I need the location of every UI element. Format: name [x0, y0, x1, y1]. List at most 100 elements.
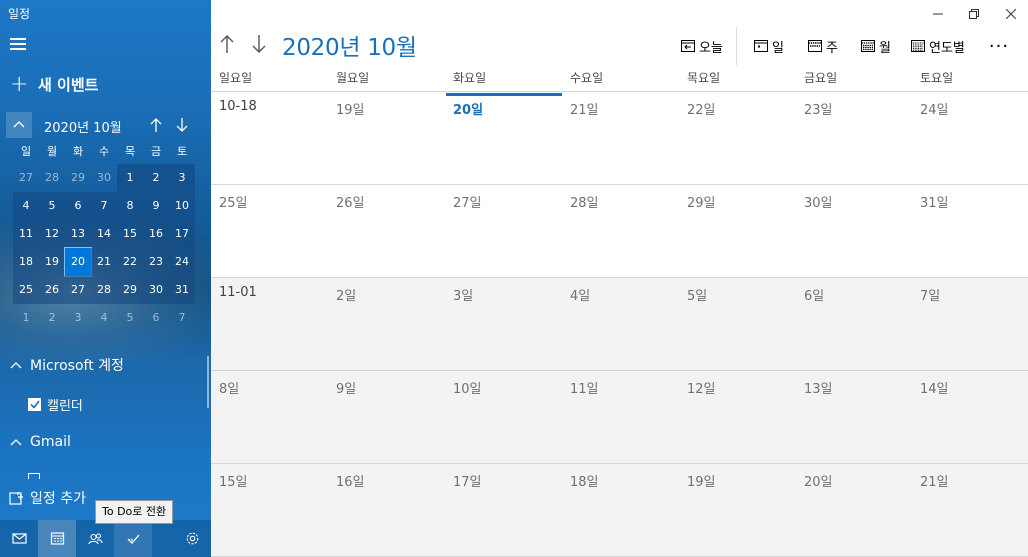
day-cell[interactable]: 12일 — [679, 371, 796, 463]
mini-calendar-day[interactable]: 6 — [65, 192, 91, 220]
mini-calendar-day[interactable]: 8 — [117, 192, 143, 220]
account-section-gmail[interactable]: Gmail — [10, 434, 71, 450]
calendar-item-clipped[interactable] — [28, 473, 148, 479]
day-cell[interactable]: 16일 — [328, 464, 445, 556]
mini-calendar-day[interactable]: 22 — [117, 248, 143, 276]
mini-calendar-day[interactable]: 17 — [169, 220, 195, 248]
add-calendar-button[interactable]: 일정 추가 — [9, 488, 86, 508]
week-view-button[interactable]: 주 — [808, 34, 838, 58]
mini-calendar-day[interactable]: 2 — [39, 304, 65, 332]
mini-calendar-day[interactable]: 2 — [143, 164, 169, 192]
day-cell[interactable]: 24일 — [912, 92, 1028, 184]
mini-calendar-day[interactable]: 3 — [65, 304, 91, 332]
mini-calendar-day[interactable]: 16 — [143, 220, 169, 248]
new-event-button[interactable]: + 새 이벤트 — [10, 73, 98, 95]
day-cell[interactable]: 2일 — [328, 278, 445, 370]
mini-calendar-day[interactable]: 27 — [65, 276, 91, 304]
mini-calendar-day[interactable]: 9 — [143, 192, 169, 220]
day-cell[interactable]: 11-01 — [211, 278, 328, 370]
day-cell[interactable]: 11일 — [562, 371, 679, 463]
day-cell[interactable]: 5일 — [679, 278, 796, 370]
hamburger-menu-icon[interactable] — [10, 38, 26, 52]
mini-calendar-day[interactable]: 29 — [117, 276, 143, 304]
mini-calendar-day[interactable]: 6 — [143, 304, 169, 332]
mini-calendar-day[interactable]: 21 — [91, 248, 117, 276]
mini-calendar-day[interactable]: 4 — [13, 192, 39, 220]
mail-button[interactable] — [0, 520, 38, 557]
day-cell[interactable]: 8일 — [211, 371, 328, 463]
checkbox-checked-icon[interactable] — [28, 398, 41, 411]
mini-calendar-day[interactable]: 3 — [169, 164, 195, 192]
day-cell[interactable]: 29일 — [679, 185, 796, 277]
day-cell[interactable]: 9일 — [328, 371, 445, 463]
mini-calendar-day[interactable]: 7 — [91, 192, 117, 220]
today-button[interactable]: 오늘 — [681, 34, 723, 58]
mini-calendar-day[interactable]: 28 — [91, 276, 117, 304]
sidebar-scrollbar[interactable] — [207, 356, 209, 408]
settings-button[interactable] — [173, 520, 211, 557]
more-options-button[interactable]: ··· — [987, 34, 1011, 58]
day-cell[interactable]: 20일 — [796, 464, 913, 556]
day-cell[interactable]: 19일 — [679, 464, 796, 556]
day-cell[interactable]: 19일 — [328, 92, 445, 184]
calendar-button[interactable] — [38, 520, 76, 557]
day-cell[interactable]: 14일 — [912, 371, 1028, 463]
mini-calendar-day[interactable]: 25 — [13, 276, 39, 304]
mini-calendar-day[interactable]: 24 — [169, 248, 195, 276]
mini-calendar-next-button[interactable] — [173, 115, 191, 135]
day-view-button[interactable]: 일 — [754, 34, 784, 58]
close-button[interactable] — [988, 0, 1028, 28]
day-cell[interactable]: 30일 — [796, 185, 913, 277]
mini-calendar-day[interactable]: 5 — [117, 304, 143, 332]
day-cell[interactable]: 25일 — [211, 185, 328, 277]
mini-calendar-day[interactable]: 4 — [91, 304, 117, 332]
account-section-microsoft[interactable]: Microsoft 계정 — [10, 355, 124, 375]
month-title[interactable]: 2020년 10월 — [282, 28, 417, 62]
todo-button[interactable] — [114, 520, 152, 557]
mini-calendar-day[interactable]: 1 — [13, 304, 39, 332]
mini-calendar-day[interactable]: 26 — [39, 276, 65, 304]
mini-calendar-day[interactable]: 30 — [91, 164, 117, 192]
calendar-item[interactable]: 캘린더 — [28, 395, 83, 414]
mini-calendar-day[interactable]: 15 — [117, 220, 143, 248]
day-cell[interactable]: 18일 — [562, 464, 679, 556]
day-cell[interactable]: 4일 — [562, 278, 679, 370]
mini-calendar-day[interactable]: 23 — [143, 248, 169, 276]
day-cell[interactable]: 7일 — [912, 278, 1028, 370]
day-cell[interactable]: 21일 — [912, 464, 1028, 556]
mini-calendar-month[interactable]: 2020년 10월 — [44, 117, 122, 136]
mini-calendar-day[interactable]: 13 — [65, 220, 91, 248]
mini-calendar-day[interactable]: 18 — [13, 248, 39, 276]
mini-calendar-day[interactable]: 27 — [13, 164, 39, 192]
mini-calendar-day[interactable]: 19 — [39, 248, 65, 276]
mini-calendar-day[interactable]: 11 — [13, 220, 39, 248]
day-cell[interactable]: 17일 — [445, 464, 562, 556]
day-cell[interactable]: 6일 — [796, 278, 913, 370]
day-cell[interactable]: 22일 — [679, 92, 796, 184]
mini-calendar-day[interactable]: 29 — [65, 164, 91, 192]
day-cell[interactable]: 13일 — [796, 371, 913, 463]
day-cell[interactable]: 3일 — [445, 278, 562, 370]
mini-calendar-day[interactable]: 31 — [169, 276, 195, 304]
year-view-button[interactable]: 연도별 — [911, 34, 965, 58]
day-cell[interactable]: 21일 — [562, 92, 679, 184]
day-cell[interactable]: 27일 — [445, 185, 562, 277]
mini-calendar-day[interactable]: 7 — [169, 304, 195, 332]
mini-calendar-prev-button[interactable] — [147, 115, 165, 135]
day-cell[interactable]: 26일 — [328, 185, 445, 277]
mini-calendar-day[interactable]: 30 — [143, 276, 169, 304]
mini-calendar-day[interactable]: 10 — [169, 192, 195, 220]
mini-calendar-collapse-button[interactable] — [6, 112, 32, 138]
mini-calendar-today[interactable]: 20 — [64, 247, 92, 277]
mini-calendar-day[interactable]: 14 — [91, 220, 117, 248]
month-view-button[interactable]: 월 — [861, 34, 891, 58]
day-cell[interactable]: 15일 — [211, 464, 328, 556]
day-cell[interactable]: 31일 — [912, 185, 1028, 277]
day-cell[interactable]: 20일 — [445, 92, 562, 184]
mini-calendar-day[interactable]: 1 — [117, 164, 143, 192]
day-cell[interactable]: 23일 — [796, 92, 913, 184]
mini-calendar-day[interactable]: 5 — [39, 192, 65, 220]
people-button[interactable] — [76, 520, 114, 557]
day-cell[interactable]: 10일 — [445, 371, 562, 463]
day-cell[interactable]: 10-18 — [211, 92, 328, 184]
